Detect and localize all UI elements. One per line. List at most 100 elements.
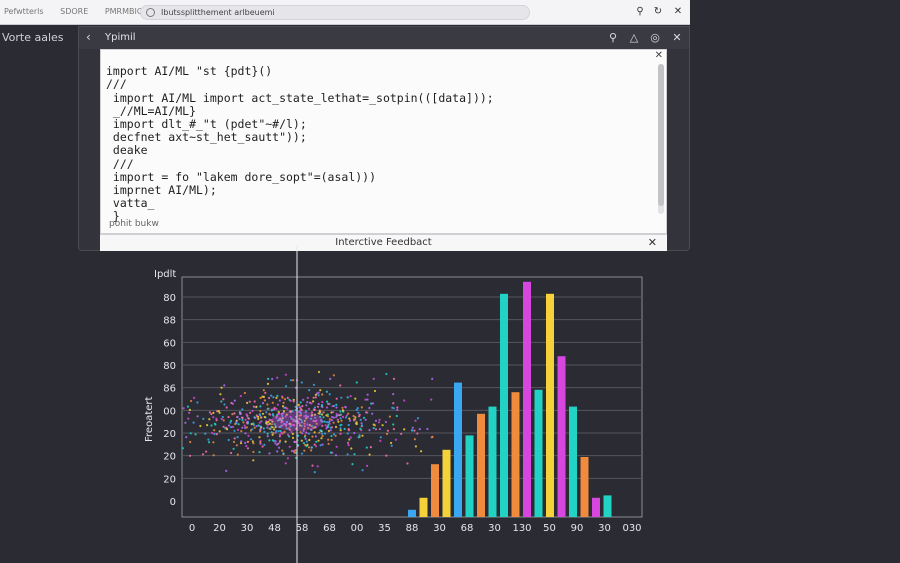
scatter-point: [277, 430, 280, 433]
scatter-point: [355, 408, 358, 411]
scatter-point: [330, 438, 333, 441]
scatter-point: [317, 402, 320, 406]
scatter-point: [271, 426, 274, 429]
scatter-point: [392, 428, 395, 431]
scatter-point: [214, 423, 217, 426]
scatter-point: [373, 389, 377, 393]
scatter-point: [371, 412, 374, 415]
scatter-point: [189, 432, 192, 435]
scatter-point: [240, 430, 243, 433]
scatter-point: [344, 406, 347, 409]
scatter-point: [361, 434, 364, 437]
scatter-point: [284, 373, 287, 376]
scatter-point: [278, 433, 282, 436]
scatter-point: [286, 457, 289, 460]
scatter-point: [268, 396, 271, 400]
scatter-point: [301, 432, 304, 435]
scatter-point: [254, 416, 257, 420]
scatter-point: [385, 372, 388, 376]
scatter-point: [215, 417, 218, 420]
scatter-point: [347, 441, 350, 444]
scatter-point: [392, 393, 395, 396]
scatter-point: [250, 438, 253, 441]
scatter-point: [320, 405, 323, 408]
scatter-point: [358, 413, 361, 416]
scatter-point: [321, 413, 324, 416]
scatter-point: [213, 432, 216, 436]
scatter-point: [297, 403, 300, 406]
scatter-point: [305, 440, 308, 443]
scatter-point: [340, 413, 343, 416]
y-tick-label: 20: [163, 474, 176, 485]
scatter-point: [270, 409, 273, 412]
scatter-point: [307, 446, 311, 449]
scatter-point: [305, 431, 308, 434]
scatter-point: [276, 450, 279, 453]
scatter-point: [227, 415, 230, 419]
scatter-point: [255, 414, 258, 417]
scatter-point: [410, 429, 414, 432]
bar: [488, 406, 497, 517]
x-tick-label: 50: [543, 523, 556, 534]
scatter-point: [284, 440, 287, 443]
scatter-point: [284, 385, 288, 388]
scatter-point: [271, 401, 274, 404]
scatter-point: [377, 421, 381, 424]
scatter-point: [355, 421, 358, 424]
scatter-point: [353, 431, 356, 435]
scatter-point: [241, 408, 244, 411]
scatter-point: [352, 414, 355, 418]
y-tick-label: 00: [163, 406, 176, 417]
scatter-point: [277, 446, 281, 449]
scatter-point: [403, 428, 406, 431]
scatter-point: [321, 393, 324, 396]
x-tick-label: 30: [488, 523, 501, 534]
scatter-point: [233, 399, 236, 402]
scatter-point: [300, 381, 303, 384]
scatter-point: [385, 454, 388, 457]
scatter-point: [259, 441, 262, 444]
bar: [569, 406, 577, 517]
scatter-point: [344, 416, 348, 419]
scatter-point: [354, 416, 357, 419]
scatter-point: [315, 440, 318, 443]
scatter-point: [268, 418, 271, 421]
x-tick-label: 20: [213, 523, 226, 534]
scatter-point: [273, 406, 276, 409]
scatter-point: [239, 394, 242, 398]
y-unit-label: Ipdlt: [154, 269, 176, 280]
scatter-point: [411, 426, 414, 429]
scatter-point: [350, 447, 353, 450]
scatter-point: [346, 453, 349, 456]
scatter-point: [365, 411, 368, 414]
scatter-point: [327, 442, 330, 445]
scatter-point: [426, 427, 429, 431]
scatter-point: [259, 425, 262, 428]
scatter-point: [232, 447, 235, 450]
scatter-point: [268, 452, 271, 455]
scatter-point: [359, 427, 362, 430]
scatter-point: [386, 429, 389, 432]
y-tick-label: 0: [170, 497, 176, 508]
scatter-point: [332, 421, 335, 424]
scatter-point: [234, 422, 237, 426]
scatter-point: [364, 398, 367, 401]
scatter-point: [365, 446, 368, 449]
scatter-point: [357, 436, 360, 439]
scatter-point: [406, 462, 409, 465]
scatter-point: [233, 437, 236, 440]
scatter-point: [291, 432, 294, 435]
y-tick-label: 88: [163, 316, 176, 327]
y-tick-label: 86: [163, 384, 176, 395]
scatter-point: [322, 411, 325, 414]
scatter-point: [236, 428, 240, 431]
scatter-point: [265, 411, 268, 414]
bar: [546, 293, 554, 517]
scatter-point: [246, 447, 250, 450]
scatter-point: [261, 445, 264, 448]
scatter-point: [325, 390, 328, 393]
scatter-point: [227, 438, 230, 442]
scatter-point: [304, 443, 307, 447]
scatter-point: [272, 439, 275, 443]
scatter-point: [294, 449, 297, 452]
